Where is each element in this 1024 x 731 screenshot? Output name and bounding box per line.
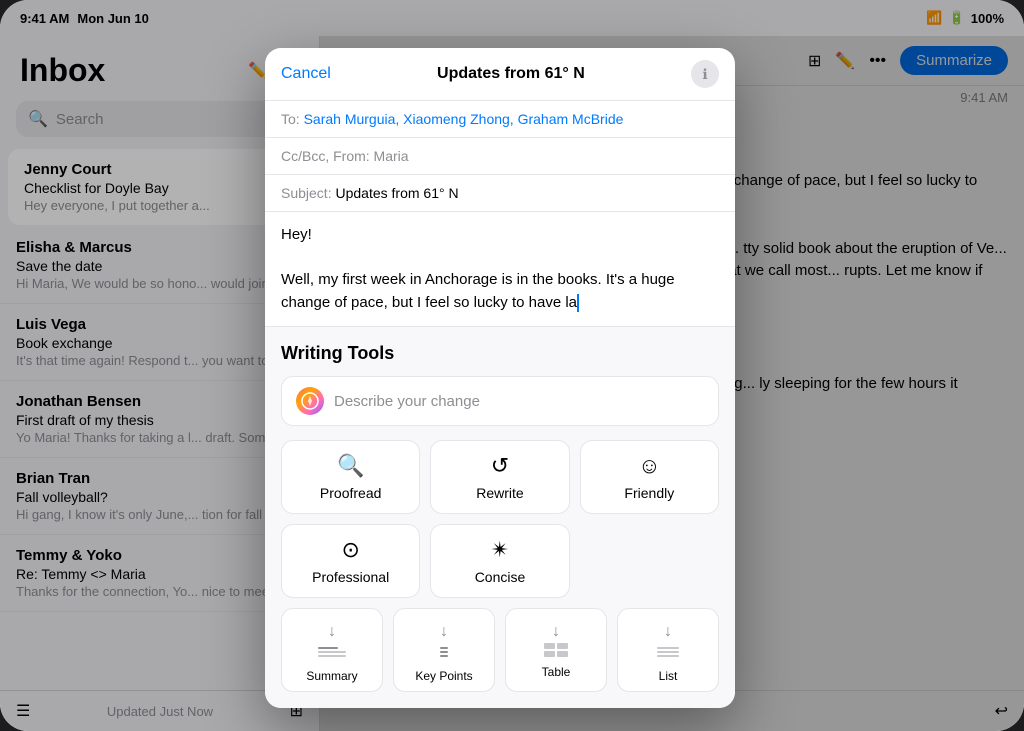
table-label: Table — [542, 665, 571, 679]
key-points-arrow-icon: ↓ — [440, 623, 448, 641]
modal-title: Updates from 61° N — [437, 65, 585, 83]
summary-icon-area: ↓ — [318, 619, 346, 665]
list-arrow-icon: ↓ — [664, 623, 672, 641]
list-line1 — [657, 647, 679, 649]
line1 — [318, 647, 338, 649]
ipad-frame: 9:41 AM Mon Jun 10 📶 🔋 100% Inbox ✏️ •••… — [0, 0, 1024, 731]
writing-tools-title: Writing Tools — [281, 343, 719, 364]
rewrite-icon: ↺ — [491, 453, 509, 479]
proofread-button[interactable]: 🔍 Proofread — [281, 440, 420, 514]
to-label: To: — [281, 111, 300, 127]
bullet2 — [440, 651, 448, 653]
describe-placeholder: Describe your change — [334, 393, 480, 410]
ai-logo-icon — [301, 392, 319, 410]
rewrite-button[interactable]: ↺ Rewrite — [430, 440, 569, 514]
summary-label: Summary — [306, 669, 357, 683]
bullet1 — [440, 647, 448, 649]
list-line2 — [657, 651, 679, 653]
line2 — [318, 651, 346, 653]
summary-doc-lines — [318, 643, 346, 661]
modal-subject-field[interactable]: Subject: Updates from 61° N — [265, 175, 735, 212]
key-points-icon-area: ↓ — [440, 619, 448, 665]
cell4 — [557, 651, 568, 657]
modal-body[interactable]: Hey! Well, my first week in Anchorage is… — [265, 212, 735, 326]
describe-input[interactable]: Describe your change — [281, 376, 719, 426]
modal-cc-field[interactable]: Cc/Bcc, From: Maria — [265, 138, 735, 175]
line3 — [318, 655, 346, 657]
key-points-doc-lines — [440, 643, 448, 661]
compose-writing-modal: Cancel Updates from 61° N ℹ To: Sarah Mu… — [265, 48, 735, 708]
compose-body-paragraph: Well, my first week in Anchorage is in t… — [281, 269, 719, 314]
rewrite-label: Rewrite — [476, 485, 523, 501]
modal-to-field[interactable]: To: Sarah Murguia, Xiaomeng Zhong, Graha… — [265, 101, 735, 138]
concise-button[interactable]: ✴ Concise — [430, 524, 569, 598]
list-button[interactable]: ↓ List — [617, 608, 719, 692]
table-icon-area: ↓ — [544, 619, 568, 661]
friendly-label: Friendly — [624, 485, 674, 501]
summary-arrow-icon: ↓ — [328, 623, 336, 641]
cell2 — [557, 643, 568, 649]
proofread-icon: 🔍 — [337, 453, 364, 479]
list-line3 — [657, 655, 679, 657]
summary-button[interactable]: ↓ Summary — [281, 608, 383, 692]
friendly-icon: ☺ — [638, 453, 660, 479]
info-button[interactable]: ℹ — [691, 60, 719, 88]
table-button[interactable]: ↓ Table — [505, 608, 607, 692]
list-icon-area: ↓ — [657, 619, 679, 665]
table-arrow-icon: ↓ — [552, 623, 560, 641]
key-points-button[interactable]: ↓ Key Points — [393, 608, 495, 692]
list-label: List — [659, 669, 678, 683]
list-doc-lines — [657, 643, 679, 661]
bullet3 — [440, 655, 448, 657]
key-points-label: Key Points — [415, 669, 472, 683]
apple-intelligence-icon — [296, 387, 324, 415]
concise-icon: ✴ — [491, 537, 509, 563]
cell3 — [544, 651, 555, 657]
tools-grid: 🔍 Proofread ↺ Rewrite ☺ Friendly ⊙ Profe… — [281, 440, 719, 598]
professional-icon: ⊙ — [341, 537, 359, 563]
compose-body-text: Hey! — [281, 224, 719, 247]
concise-label: Concise — [475, 569, 526, 585]
table-grid-icon — [544, 643, 568, 657]
professional-button[interactable]: ⊙ Professional — [281, 524, 420, 598]
to-recipients: Sarah Murguia, Xiaomeng Zhong, Graham Mc… — [304, 111, 624, 127]
proofread-label: Proofread — [320, 485, 381, 501]
professional-label: Professional — [312, 569, 389, 585]
subject-value: Updates from 61° N — [335, 185, 458, 201]
modal-header: Cancel Updates from 61° N ℹ — [265, 48, 735, 101]
subject-label: Subject: — [281, 185, 332, 201]
writing-tools-panel: Writing Tools Describe your change 🔍 Pro… — [265, 326, 735, 708]
format-tools: ↓ Summary ↓ — [281, 608, 719, 692]
friendly-button[interactable]: ☺ Friendly — [580, 440, 719, 514]
cell1 — [544, 643, 555, 649]
cancel-button[interactable]: Cancel — [281, 65, 331, 83]
